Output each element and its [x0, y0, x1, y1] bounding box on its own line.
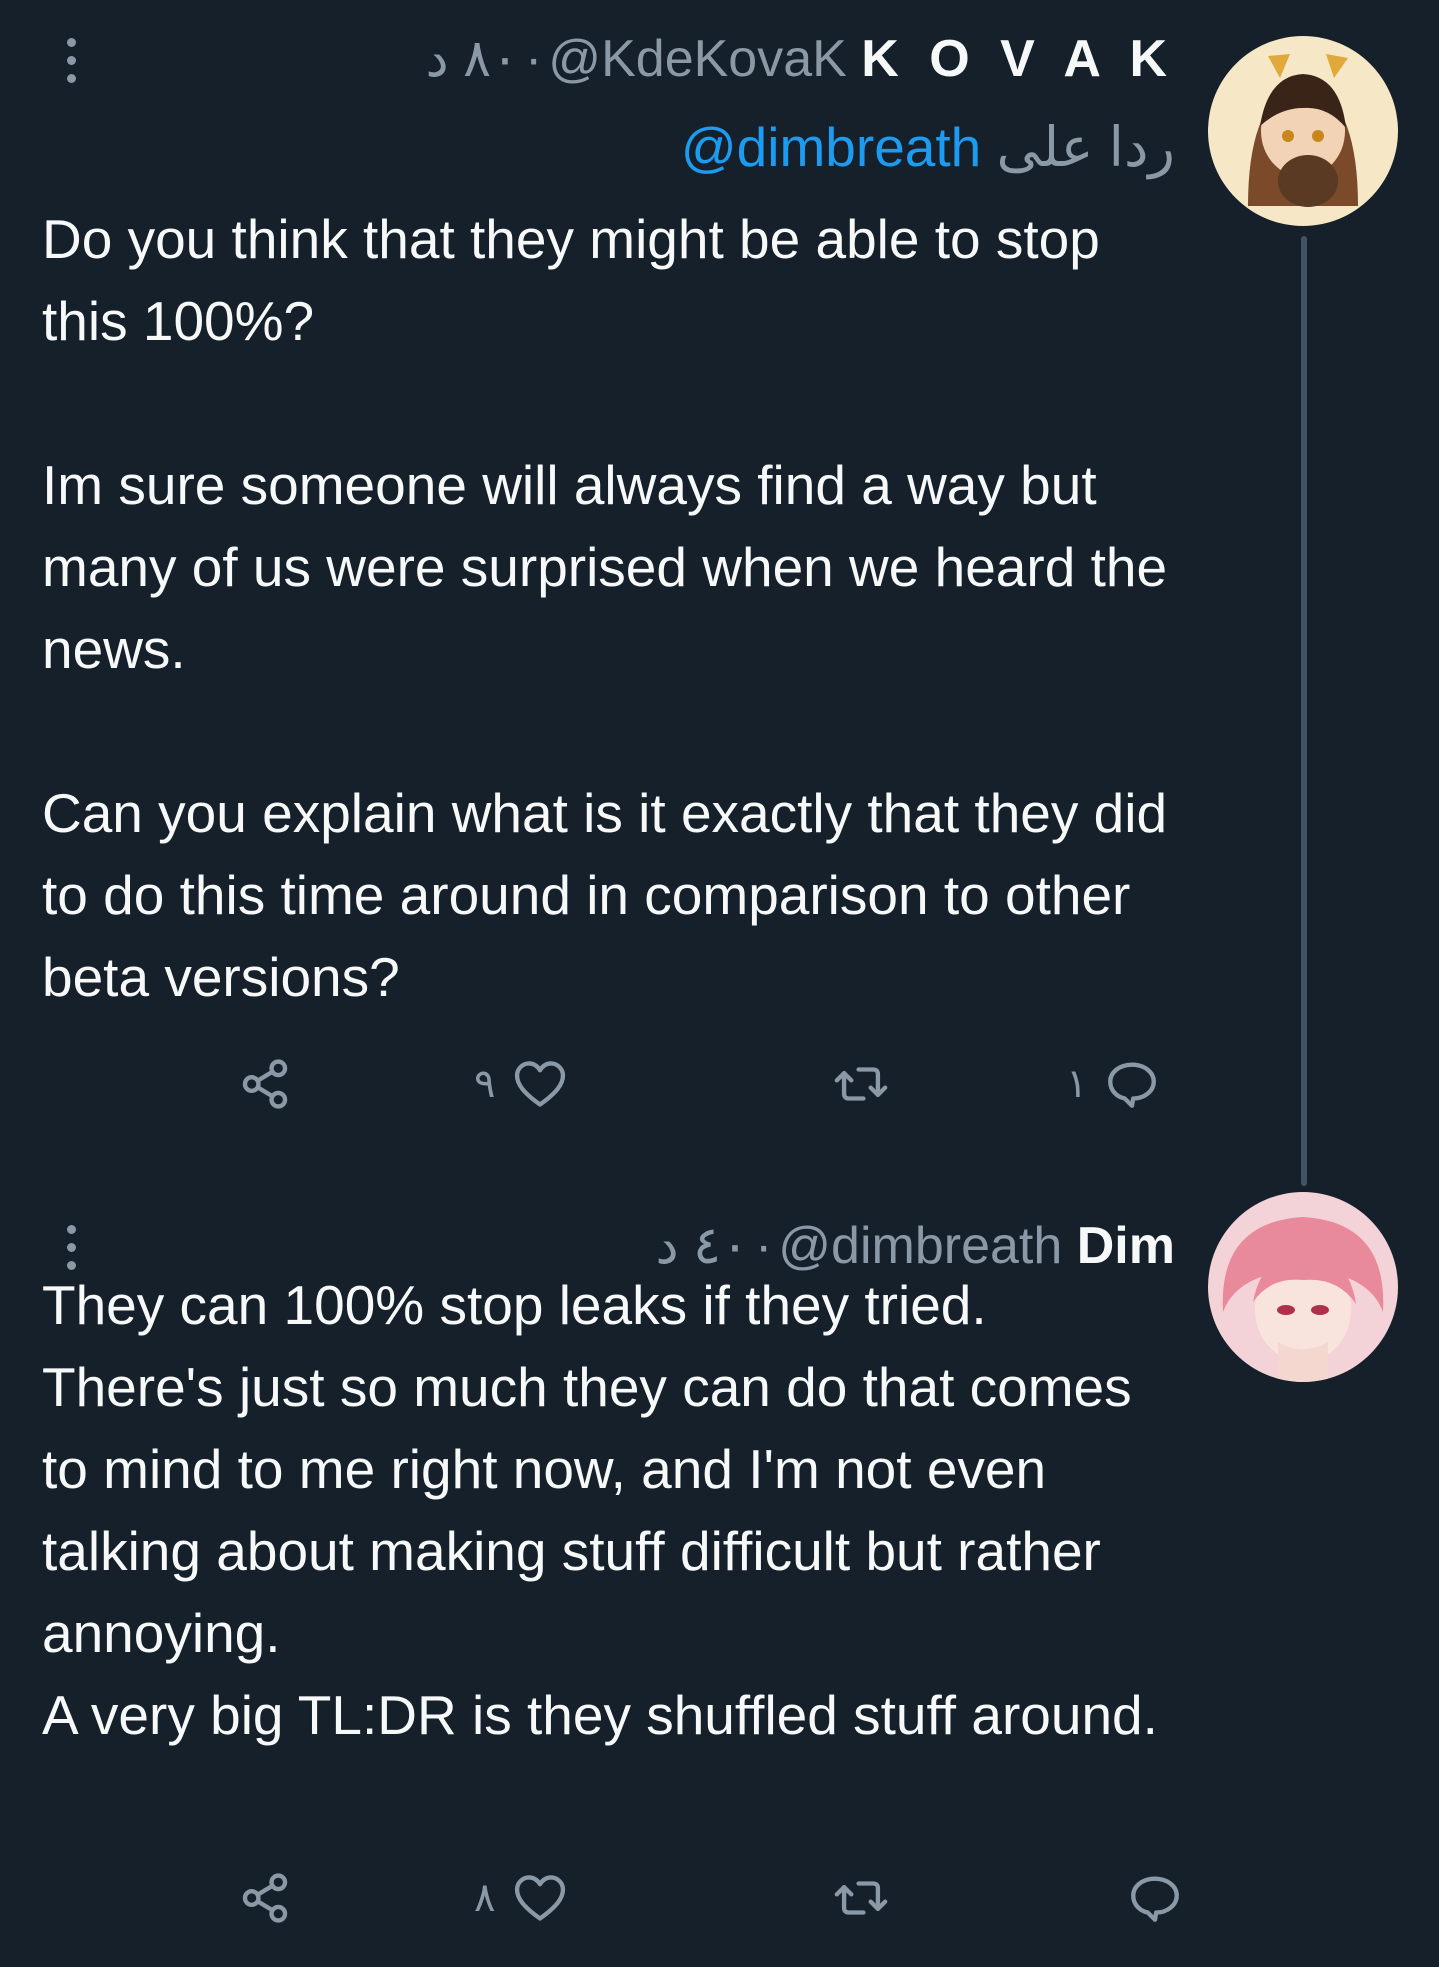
tweet-text: They can 100% stop leaks if they tried. …	[42, 1264, 1172, 1756]
like-count: ٩	[474, 1062, 496, 1106]
tweet-text: Do you think that they might be able to …	[42, 198, 1172, 1018]
share-icon	[242, 1873, 288, 1923]
avatar[interactable]	[1208, 36, 1398, 226]
heart-icon	[515, 1061, 566, 1107]
display-name[interactable]: K O V A K	[861, 30, 1175, 88]
heart-icon	[515, 1875, 566, 1921]
reply-mention-link[interactable]: @dimbreath	[681, 116, 981, 178]
like-button[interactable]: ٩	[474, 1044, 569, 1124]
retweet-icon	[834, 1067, 888, 1101]
tweet-paragraph: Im sure someone will always find a way b…	[42, 454, 1168, 680]
like-button[interactable]: ٨	[474, 1858, 569, 1938]
reply-button[interactable]	[1110, 1858, 1184, 1938]
tweet-actions: ٩ ١	[0, 1044, 1439, 1124]
tweet-paragraph: Can you explain what is it exactly that …	[42, 782, 1168, 1008]
tweet-kovak[interactable]: ٨٠ د · @KdeKovaK K O V A K @dimbreath ردا …	[0, 0, 1439, 1186]
tweet-time[interactable]: ٨٠ د	[426, 30, 519, 88]
reply-count: ١	[1066, 1062, 1088, 1106]
replying-to: @dimbreath ردا على	[681, 112, 1175, 182]
separator-dot: ·	[524, 30, 543, 88]
tweet-paragraph: Do you think that they might be able to …	[42, 208, 1100, 352]
reply-prefix: ردا على	[996, 116, 1175, 178]
reply-button[interactable]: ١	[1066, 1044, 1161, 1124]
retweet-icon	[834, 1881, 888, 1915]
share-icon	[242, 1059, 288, 1109]
like-count: ٨	[474, 1876, 496, 1920]
avatar[interactable]	[1208, 1192, 1398, 1382]
tweet-dim[interactable]: ٤٠ د · @dimbreath Dim They can 100% stop l…	[0, 1170, 1439, 1967]
retweet-button[interactable]	[816, 1858, 890, 1938]
tweet-header: ٨٠ د · @KdeKovaK K O V A K	[426, 24, 1176, 94]
tweet-paragraph: A very big TL:DR is they shuffled stuff …	[42, 1684, 1158, 1746]
tweet-paragraph: They can 100% stop leaks if they tried. …	[42, 1274, 1132, 1664]
share-button[interactable]	[236, 1044, 294, 1124]
share-button[interactable]	[236, 1858, 294, 1938]
more-options-icon[interactable]	[56, 30, 86, 90]
reply-bubble-icon	[1131, 1876, 1179, 1922]
user-handle[interactable]: @KdeKovaK	[548, 30, 847, 88]
tweet-actions: ٨	[0, 1858, 1439, 1938]
retweet-button[interactable]	[816, 1044, 890, 1124]
reply-bubble-icon	[1108, 1062, 1157, 1108]
